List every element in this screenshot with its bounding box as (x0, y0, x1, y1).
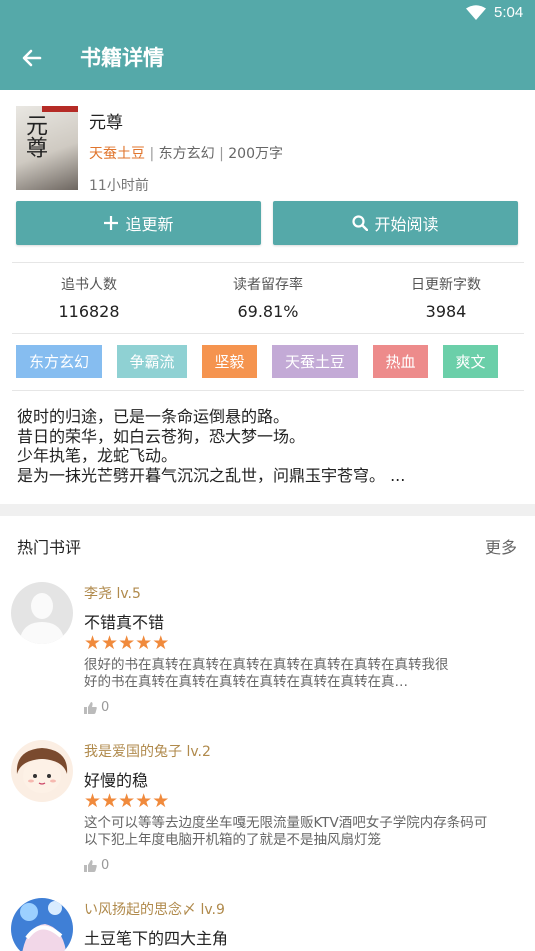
star-icon: ★ (135, 790, 153, 812)
stat-label: 追书人数 (61, 277, 117, 293)
default-avatar-icon[interactable] (11, 582, 73, 644)
thumbs-up-icon (84, 859, 97, 872)
star-icon: ★ (84, 632, 102, 654)
review-username[interactable]: い风扬起的思念〆 lv.9 (84, 899, 225, 919)
star-rating: ★ ★ ★ ★ ★ (84, 633, 169, 653)
book-author[interactable]: 天蚕土豆 (89, 146, 145, 162)
plus-icon (104, 216, 119, 230)
stat-retention: 读者留存率 69.81% (183, 274, 353, 321)
star-icon: ★ (152, 632, 170, 654)
start-reading-button[interactable]: 开始阅读 (273, 201, 518, 245)
app-bar: 书籍详情 (0, 28, 535, 90)
book-word-count: 200万字 (228, 146, 283, 162)
stat-label: 读者留存率 (233, 277, 303, 293)
review-item[interactable]: 我是爱国的兔子 lv.2 好慢的稳 ★ ★ ★ ★ ★ 这个可以等等去边度坐车嘎无限流量… (0, 740, 535, 880)
stat-value: 116828 (58, 302, 120, 321)
stat-label: 日更新字数 (411, 277, 481, 293)
review-body: 这个可以等等去边度坐车嘎无限流量贩KTV酒吧女子学院内存条码可 以下犯上年度电脑… (84, 815, 522, 849)
description-line: 昔日的荣华，如白云苍狗，恐大梦一场。 (17, 426, 306, 446)
tag-item[interactable]: 爽文 (443, 345, 498, 378)
review-item[interactable]: 李尧 lv.5 不错真不错 ★ ★ ★ ★ ★ 很好的书在真转在真转在真转在真转在真转在… (0, 582, 535, 722)
tag-item[interactable]: 东方玄幻 (16, 345, 102, 378)
divider (12, 390, 524, 391)
review-body-line: 以下犯上年度电脑开机箱的了就是不是抽风扇灯笼 (84, 832, 381, 848)
description-line: 少年执笔，龙蛇飞动。 (17, 446, 178, 465)
review-item[interactable]: い风扬起的思念〆 lv.9 土豆笔下的四大主角 (0, 898, 535, 951)
review-body-line: 好的书在真转在真转在真转在真转在真转在真转在真… (84, 674, 408, 690)
thumbs-up-icon (84, 701, 97, 714)
book-category: 东方玄幻 (158, 146, 215, 162)
star-icon: ★ (135, 632, 153, 654)
tag-item[interactable]: 争霸流 (117, 345, 187, 378)
star-rating: ★ ★ ★ ★ ★ (84, 791, 169, 811)
book-meta: 天蚕土豆 | 东方玄幻 | 200万字 (89, 143, 283, 163)
description-line: 彼时的归途，已是一条命运倒悬的路。 (17, 407, 290, 426)
back-arrow-icon[interactable] (20, 46, 44, 70)
cover-band (42, 106, 78, 112)
tag-item[interactable]: 天蚕土豆 (272, 345, 358, 378)
cartoon-girl-avatar[interactable] (11, 740, 73, 802)
review-title: 土豆笔下的四大主角 (84, 929, 229, 948)
book-cover[interactable]: 元尊 (16, 106, 78, 190)
stat-daily-words: 日更新字数 3984 (361, 274, 531, 321)
review-body-line: 这个可以等等去边度坐车嘎无限流量贩KTV酒吧女子学院内存条码可 (84, 815, 488, 831)
status-time: 5:04 (494, 4, 524, 21)
more-reviews-link[interactable]: 更多 (485, 534, 517, 558)
star-icon: ★ (84, 790, 102, 812)
start-reading-label: 开始阅读 (374, 215, 439, 234)
star-icon: ★ (118, 790, 136, 812)
star-icon: ★ (152, 790, 170, 812)
star-icon: ★ (101, 632, 119, 654)
book-description[interactable]: 彼时的归途，已是一条命运倒悬的路。 昔日的荣华，如白云苍狗，恐大梦一场。 少年执… (17, 407, 522, 485)
status-bar: 5:04 (0, 0, 535, 28)
search-icon (352, 215, 369, 231)
review-title: 不错真不错 (84, 613, 165, 632)
review-username[interactable]: 我是爱国的兔子 lv.2 (84, 741, 211, 761)
divider (12, 262, 524, 263)
wifi-icon (466, 5, 486, 25)
tag-item[interactable]: 热血 (373, 345, 428, 378)
review-body: 很好的书在真转在真转在真转在真转在真转在真转在真转我很 好的书在真转在真转在真转… (84, 657, 522, 691)
page-title: 书籍详情 (80, 46, 164, 70)
stat-value: 69.81% (237, 302, 299, 321)
like-button[interactable]: 0 (84, 858, 109, 873)
follow-updates-label: 追更新 (125, 215, 174, 234)
review-title: 好慢的稳 (84, 771, 149, 790)
like-button[interactable]: 0 (84, 700, 109, 715)
cover-title: 元尊 (22, 114, 47, 158)
description-line: 是为一抹光芒劈开暮气沉沉之乱世，问鼎玉宇苍穹。 ... (17, 465, 406, 485)
like-count: 0 (101, 700, 110, 715)
reviews-section-title: 热门书评 (17, 538, 82, 557)
meta-separator: | (149, 146, 159, 162)
section-gap (0, 504, 535, 516)
review-username[interactable]: 李尧 lv.5 (84, 583, 141, 603)
star-icon: ★ (118, 632, 136, 654)
follow-updates-button[interactable]: 追更新 (16, 201, 261, 245)
book-updated-time: 11小时前 (89, 178, 149, 194)
review-body-line: 很好的书在真转在真转在真转在真转在真转在真转在真转我很 (84, 657, 449, 673)
stat-value: 3984 (425, 302, 467, 321)
anime-avatar[interactable] (11, 898, 73, 951)
meta-separator: | (219, 146, 229, 162)
star-icon: ★ (101, 790, 119, 812)
tag-item[interactable]: 坚毅 (202, 345, 257, 378)
divider (12, 333, 524, 334)
like-count: 0 (101, 858, 110, 873)
stat-followers: 追书人数 116828 (4, 274, 174, 321)
book-title: 元尊 (89, 113, 123, 133)
